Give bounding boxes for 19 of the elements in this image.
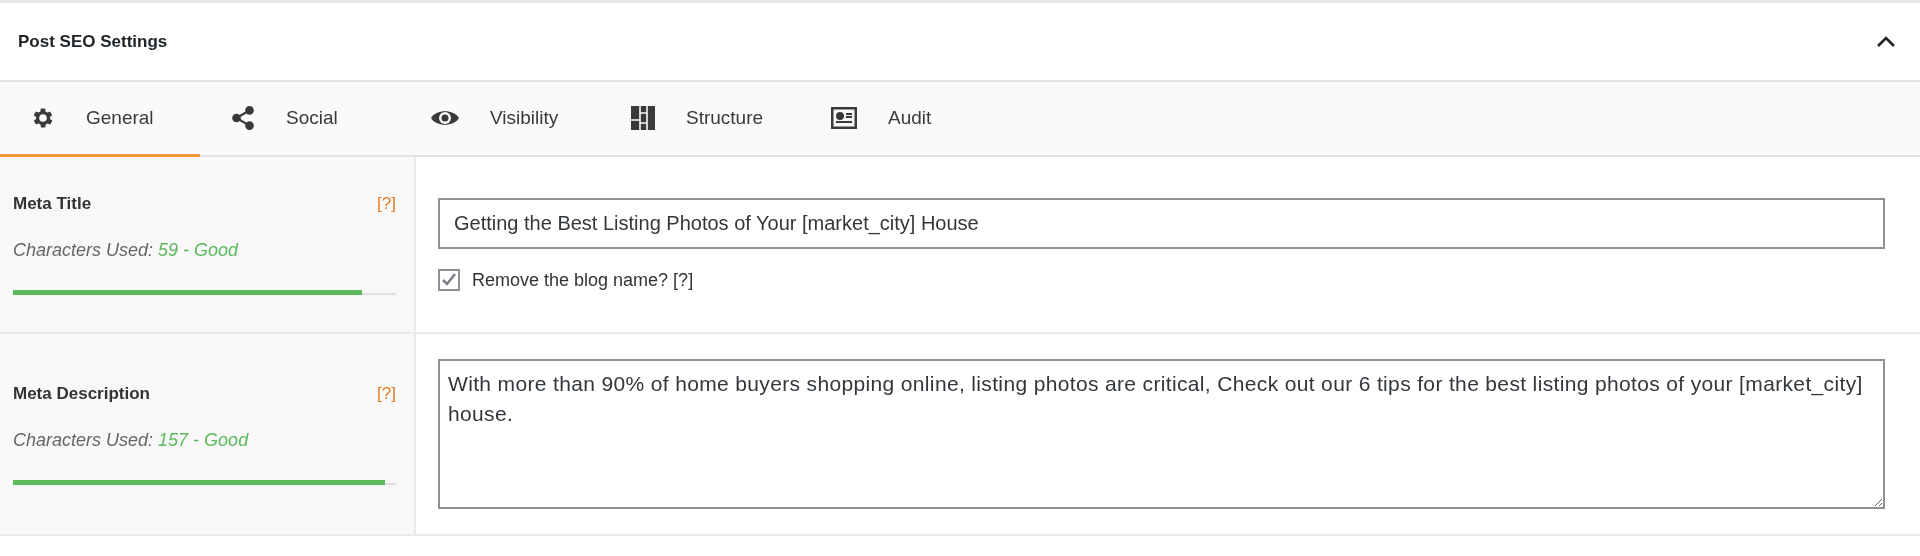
report-icon [830,106,858,130]
counter-label: Characters Used: [13,429,154,450]
chevron-icon [1876,35,1896,48]
description-field[interactable]: With more than 90% of home buyers shopping online, listing photos are critical, Check out our 6 tips for the best listing photos of your [market_city] house. [438,359,1885,509]
checkbox-label: Remove the blog name? [?] [472,269,694,291]
tab[interactable]: Structure [600,82,800,157]
field-label: Meta Title [13,194,92,214]
field-label: Meta Description [13,383,150,404]
title-field[interactable]: Getting the Best Listing Photos of Your [market_city] House [438,198,1885,249]
share-icon [230,105,256,131]
counter-value: 59 - Good [158,240,239,260]
tab[interactable]: Social [200,82,400,157]
tab[interactable]: Visibility [400,82,600,157]
tab[interactable]: Audit [800,82,1000,157]
counter-label: Characters Used: [13,240,154,260]
checkbox[interactable] [438,269,460,291]
layout-icon [630,105,656,131]
panel-title: Post SEO Settings [18,31,168,52]
counter-value: 157 - Good [158,429,249,450]
